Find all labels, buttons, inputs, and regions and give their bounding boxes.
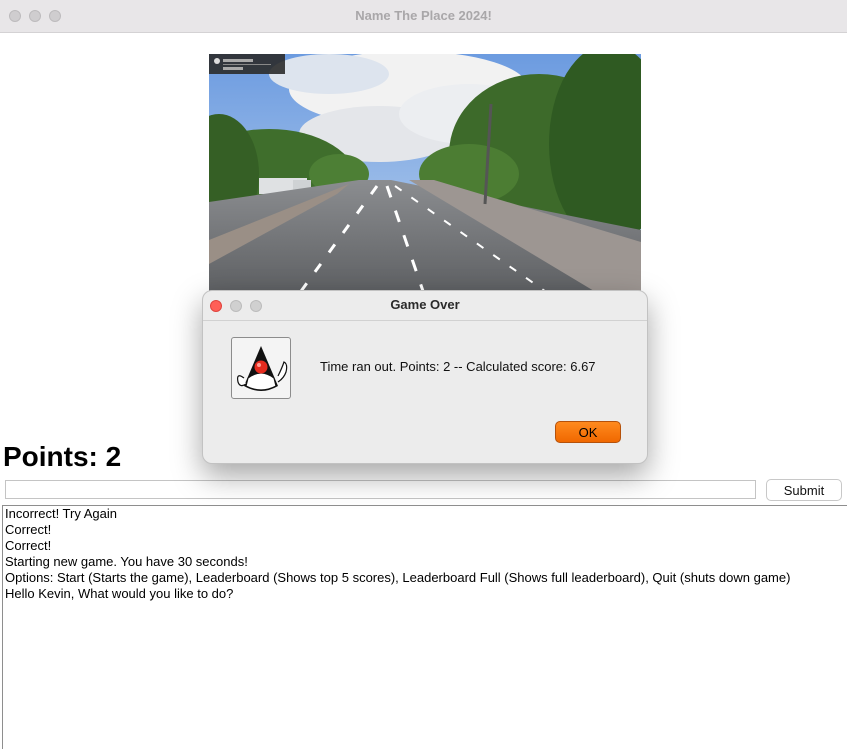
submit-button[interactable]: Submit xyxy=(766,479,842,501)
answer-input[interactable] xyxy=(5,480,756,499)
log-line: Options: Start (Starts the game), Leader… xyxy=(5,570,791,585)
game-over-dialog: Game Over Time ran out. Points: 2 -- Cal… xyxy=(202,290,648,464)
dialog-title: Game Over xyxy=(390,297,460,312)
dialog-divider xyxy=(203,320,647,321)
log-line: Incorrect! Try Again xyxy=(5,506,117,521)
log-line: Correct! xyxy=(5,538,52,553)
log-line: Hello Kevin, What would you like to do? xyxy=(5,586,234,601)
points-display: Points: 2 xyxy=(3,441,122,472)
app-window: Name The Place 2024! Points: 2 Submit In… xyxy=(0,0,847,749)
log-line: Correct! xyxy=(5,522,52,537)
ok-button[interactable]: OK xyxy=(555,421,621,443)
java-duke-icon xyxy=(231,337,291,399)
window-title: Name The Place 2024! xyxy=(355,8,492,23)
log-line: Starting new game. You have 30 seconds! xyxy=(5,554,248,569)
title-bar: Name The Place 2024! xyxy=(0,0,847,33)
message-log[interactable]: Incorrect! Try Again Correct! Correct! S… xyxy=(2,505,847,749)
dialog-message: Time ran out. Points: 2 -- Calculated sc… xyxy=(320,359,596,374)
street-view-image xyxy=(209,54,641,294)
